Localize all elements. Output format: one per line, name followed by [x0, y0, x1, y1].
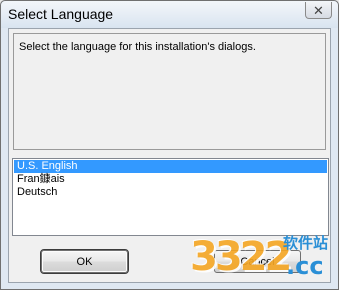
close-button[interactable]: ✕ [305, 2, 332, 19]
title-bar[interactable]: Select Language ✕ [1, 1, 338, 28]
message-panel: Select the language for this installatio… [13, 33, 326, 150]
select-language-dialog: Select Language ✕ Select the language fo… [0, 0, 339, 290]
close-icon: ✕ [313, 2, 324, 18]
dialog-title: Select Language [8, 6, 114, 22]
language-option-english[interactable]: U.S. English [14, 160, 327, 173]
dialog-client-area: Select the language for this installatio… [8, 28, 331, 283]
ok-button[interactable]: OK [40, 249, 129, 274]
language-listbox[interactable]: U.S. English Fran鏮ais Deutsch [12, 158, 329, 236]
language-option-french[interactable]: Fran鏮ais [14, 173, 327, 186]
instruction-text: Select the language for this installatio… [19, 41, 256, 53]
language-option-german[interactable]: Deutsch [14, 186, 327, 199]
cancel-button[interactable]: Cancel [214, 250, 301, 273]
